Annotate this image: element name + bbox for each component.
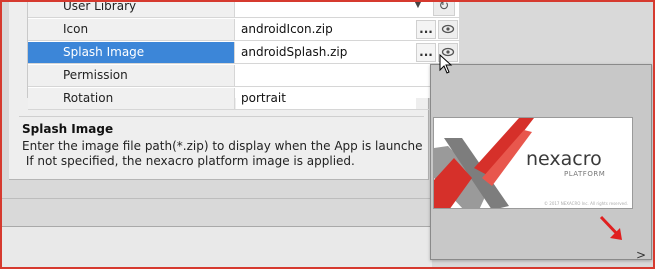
description-line: If not specified, the nexacro platform i…: [22, 154, 355, 168]
eye-icon: [441, 24, 455, 34]
property-name: Permission: [28, 65, 235, 86]
property-value[interactable]: androidSplash.zip: [236, 42, 416, 63]
property-row-splash-image[interactable]: Splash Image androidSplash.zip ...: [28, 42, 460, 64]
mouse-cursor-icon: [439, 54, 453, 74]
browse-button[interactable]: ...: [416, 43, 436, 62]
property-value[interactable]: [236, 2, 416, 17]
description-title: Splash Image: [22, 122, 114, 136]
description-line: Enter the image file path(*.zip) to disp…: [22, 139, 423, 153]
property-name: Icon: [28, 19, 235, 40]
bottom-panel: [2, 226, 432, 267]
property-name: User Library: [28, 2, 235, 17]
property-grid: User Library ▼ ↻ Icon androidIcon.zip ..…: [27, 2, 460, 110]
logo-subtext: PLATFORM: [564, 170, 606, 178]
preview-eye-button[interactable]: [438, 20, 458, 39]
divider: [2, 198, 432, 199]
property-description: Splash Image Enter the image file path(*…: [19, 116, 424, 174]
screenshot-frame: User Library ▼ ↻ Icon androidIcon.zip ..…: [0, 0, 655, 269]
property-row-user-library[interactable]: User Library ▼ ↻: [28, 2, 460, 18]
property-value[interactable]: [236, 65, 416, 86]
dropdown-arrow-icon[interactable]: ▼: [408, 2, 428, 16]
property-row-permission[interactable]: Permission: [28, 65, 460, 87]
property-name: Rotation: [28, 88, 235, 109]
properties-panel: User Library ▼ ↻ Icon androidIcon.zip ..…: [9, 2, 460, 180]
property-row-icon[interactable]: Icon androidIcon.zip ...: [28, 19, 460, 41]
property-value[interactable]: portrait: [236, 88, 416, 109]
chevron-right-icon[interactable]: >: [636, 248, 646, 262]
property-name: Splash Image: [28, 42, 235, 63]
property-value[interactable]: androidIcon.zip: [236, 19, 416, 40]
refresh-icon[interactable]: ↻: [433, 2, 455, 16]
splash-preview-image: nexacro PLATFORM © 2017 NEXACRO Inc. All…: [433, 117, 633, 209]
red-arrow-icon: [599, 215, 622, 240]
logo-text: nexacro: [526, 148, 602, 170]
logo-copyright: © 2017 NEXACRO Inc. All rights reserved.: [544, 201, 628, 206]
property-row-rotation[interactable]: Rotation portrait: [28, 88, 460, 110]
browse-button[interactable]: ...: [416, 20, 436, 39]
